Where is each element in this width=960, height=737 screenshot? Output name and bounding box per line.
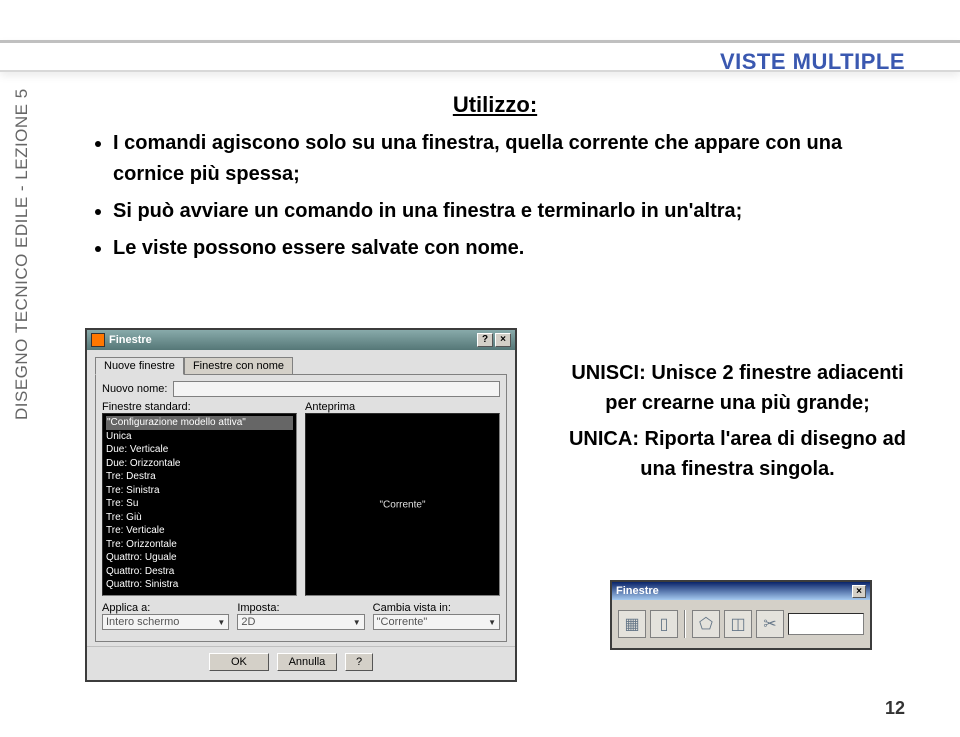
unica-note: UNICA: Riporta l'area di disegno ad una … <box>560 424 915 484</box>
apply-to-value: Intero schermo <box>106 616 179 628</box>
list-item[interactable]: Tre: Verticale <box>106 524 293 538</box>
list-item[interactable]: Tre: Orizzontale <box>106 538 293 552</box>
toolbar-titlebar: Finestre × <box>612 582 870 600</box>
dialog-panel: Nuovo nome: Finestre standard: "Configur… <box>95 374 507 642</box>
chevron-down-icon: ▼ <box>488 618 496 627</box>
change-view-label: Cambia vista in: <box>373 602 500 614</box>
content-area: Utilizzo: I comandi agiscono solo su una… <box>85 92 905 270</box>
dialog-titlebar: Finestre ? × <box>87 330 515 350</box>
single-viewport-icon[interactable]: ▯ <box>650 610 678 638</box>
cancel-button[interactable]: Annulla <box>277 653 337 671</box>
help-button[interactable]: ? <box>345 653 373 671</box>
new-name-input[interactable] <box>173 381 500 397</box>
viewport-scale-input[interactable] <box>788 613 864 635</box>
preview-pane: "Corrente" <box>305 413 500 596</box>
dialog-close-button[interactable]: × <box>495 333 511 347</box>
page-number: 12 <box>885 698 905 719</box>
list-item[interactable]: Tre: Sinistra <box>106 484 293 498</box>
section-title: VISTE MULTIPLE <box>720 49 905 75</box>
usage-list: I comandi agiscono solo su una finestra,… <box>85 128 905 264</box>
list-item[interactable]: Tre: Destra <box>106 470 293 484</box>
set-value: 2D <box>241 616 255 628</box>
toolbar-close-button[interactable]: × <box>852 585 866 598</box>
side-notes: UNISCI: Unisce 2 finestre adiacenti per … <box>560 358 915 490</box>
ok-button[interactable]: OK <box>209 653 269 671</box>
vertical-course-label: DISEGNO TECNICO EDILE - LEZIONE 5 <box>12 88 32 420</box>
list-item[interactable]: Tre: Su <box>106 497 293 511</box>
finestre-dialog: Finestre ? × Nuove finestre Finestre con… <box>85 328 517 682</box>
polygonal-viewport-icon[interactable]: ⬠ <box>692 610 720 638</box>
change-view-value: "Corrente" <box>377 616 428 628</box>
list-item: Le viste possono essere salvate con nome… <box>113 233 905 264</box>
viewport-layout-icon[interactable]: ▦ <box>618 610 646 638</box>
list-item[interactable]: Tre: Giù <box>106 511 293 525</box>
list-item: I comandi agiscono solo su una finestra,… <box>113 128 905 190</box>
preview-text: "Corrente" <box>379 499 425 510</box>
convert-viewport-icon[interactable]: ◫ <box>724 610 752 638</box>
chevron-down-icon: ▼ <box>217 618 225 627</box>
std-windows-list[interactable]: "Configurazione modello attiva" Unica Du… <box>102 413 297 596</box>
std-windows-label: Finestre standard: <box>102 401 297 413</box>
list-item[interactable]: Due: Verticale <box>106 443 293 457</box>
toolbar-separator <box>684 610 686 638</box>
set-select[interactable]: 2D ▼ <box>237 614 364 630</box>
list-item: Si può avviare un comando in una finestr… <box>113 196 905 227</box>
list-item[interactable]: Quattro: Sinistra <box>106 578 293 592</box>
list-item[interactable]: "Configurazione modello attiva" <box>106 416 293 430</box>
list-item[interactable]: Quattro: Uguale <box>106 551 293 565</box>
header-bar: VISTE MULTIPLE <box>0 40 960 72</box>
dialog-footer: OK Annulla ? <box>87 646 515 676</box>
dialog-app-icon <box>91 333 105 347</box>
preview-label: Anteprima <box>305 401 500 413</box>
change-view-select[interactable]: "Corrente" ▼ <box>373 614 500 630</box>
unisci-note: UNISCI: Unisce 2 finestre adiacenti per … <box>560 358 915 418</box>
new-name-label: Nuovo nome: <box>102 383 167 395</box>
dialog-help-button[interactable]: ? <box>477 333 493 347</box>
usage-heading: Utilizzo: <box>85 92 905 118</box>
toolbar-title: Finestre <box>616 585 852 597</box>
tab-new-windows[interactable]: Nuove finestre <box>95 357 184 375</box>
dialog-title: Finestre <box>109 334 475 346</box>
clip-viewport-icon[interactable]: ✂ <box>756 610 784 638</box>
tab-named-windows[interactable]: Finestre con nome <box>184 357 293 375</box>
apply-to-select[interactable]: Intero schermo ▼ <box>102 614 229 630</box>
finestre-toolbar: Finestre × ▦ ▯ ⬠ ◫ ✂ <box>610 580 872 650</box>
dialog-tabs: Nuove finestre Finestre con nome <box>95 356 507 374</box>
apply-to-label: Applica a: <box>102 602 229 614</box>
set-label: Imposta: <box>237 602 364 614</box>
chevron-down-icon: ▼ <box>353 618 361 627</box>
list-item[interactable]: Due: Orizzontale <box>106 457 293 471</box>
list-item[interactable]: Unica <box>106 430 293 444</box>
list-item[interactable]: Quattro: Destra <box>106 565 293 579</box>
